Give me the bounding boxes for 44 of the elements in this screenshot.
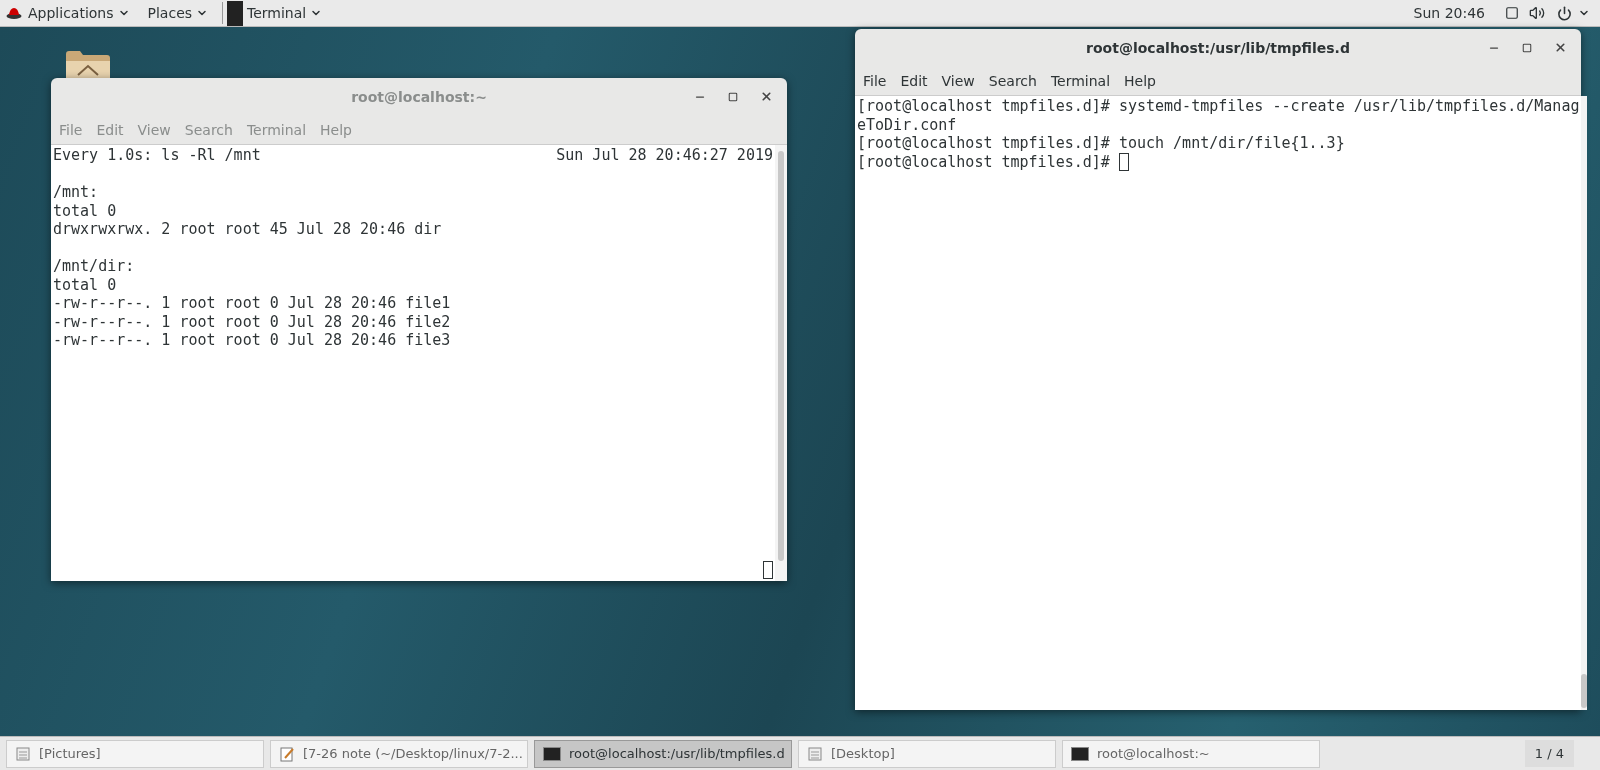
close-icon[interactable] [760, 90, 773, 103]
terminal-line: drwxrwxrwx. 2 root root 45 Jul 28 20:46 dir [53, 220, 442, 239]
terminal-line: -rw-r--r--. 1 root root 0 Jul 28 20:46 file1 [53, 294, 451, 313]
home-folder-icon[interactable] [66, 51, 110, 79]
terminal-line: total 0 [53, 201, 117, 220]
watch-command: Every 1.0s: ls -Rl /mnt [53, 146, 261, 165]
active-app-menu[interactable]: Terminal [227, 0, 323, 26]
maximize-icon[interactable] [1522, 42, 1532, 53]
maximize-icon[interactable] [728, 91, 738, 102]
taskbar-item[interactable]: [Pictures] [6, 739, 264, 768]
menu-item[interactable]: File [863, 70, 887, 92]
taskbar-item[interactable]: [Desktop] [798, 739, 1056, 768]
applications-menu[interactable]: Applications [28, 2, 130, 24]
terminal-line: eToDir.conf [857, 115, 957, 134]
terminal-line: -rw-r--r--. 1 root root 0 Jul 28 20:46 file3 [53, 331, 451, 350]
menu-item[interactable]: Terminal [1050, 70, 1111, 92]
notepad-icon [279, 745, 295, 762]
window-icon[interactable] [1505, 6, 1519, 20]
terminal-line: total 0 [53, 275, 117, 294]
taskbar-item[interactable]: root@localhost:/usr/lib/tmpfiles.d [534, 739, 792, 768]
places-menu[interactable]: Places [147, 2, 209, 24]
window-title: root@localhost:/usr/lib/tmpfiles.d [1086, 38, 1350, 58]
menu-item[interactable]: Edit [900, 70, 928, 92]
window-icon [15, 745, 31, 762]
terminal-line: [root@localhost tmpfiles.d]# systemd-tmpfiles --create /usr/lib/tmpfiles.d/Manag [857, 97, 1580, 116]
volume-icon[interactable] [1529, 5, 1545, 21]
menu-item[interactable]: Help [1124, 70, 1156, 92]
taskbar-item[interactable]: [7-26 note (~/Desktop/linux/7-2... [270, 739, 528, 768]
terminal-line: [root@localhost tmpfiles.d]# [857, 152, 1111, 171]
window-icon [807, 745, 823, 762]
terminal-line: /mnt/dir: [53, 257, 135, 276]
menu-item[interactable]: Search [988, 70, 1037, 92]
close-icon[interactable] [1554, 41, 1567, 54]
power-icon[interactable] [1557, 5, 1572, 21]
window-title: root@localhost:~ [351, 87, 487, 107]
terminal-line: /mnt: [53, 183, 99, 202]
clock[interactable]: Sun 20:46 [1413, 2, 1485, 24]
taskbar-item[interactable]: root@localhost:~ [1062, 739, 1320, 768]
terminal-line: [root@localhost tmpfiles.d]# touch /mnt/dir/file{1..3} [857, 134, 1345, 153]
hat-logo-icon [6, 6, 22, 20]
terminal-line: -rw-r--r--. 1 root root 0 Jul 28 20:46 file2 [53, 312, 451, 331]
workspace-indicator[interactable]: 1 / 4 [1524, 739, 1574, 768]
watch-timestamp: Sun Jul 28 20:46:27 2019 [556, 146, 773, 165]
menu-item[interactable]: View [941, 70, 975, 92]
